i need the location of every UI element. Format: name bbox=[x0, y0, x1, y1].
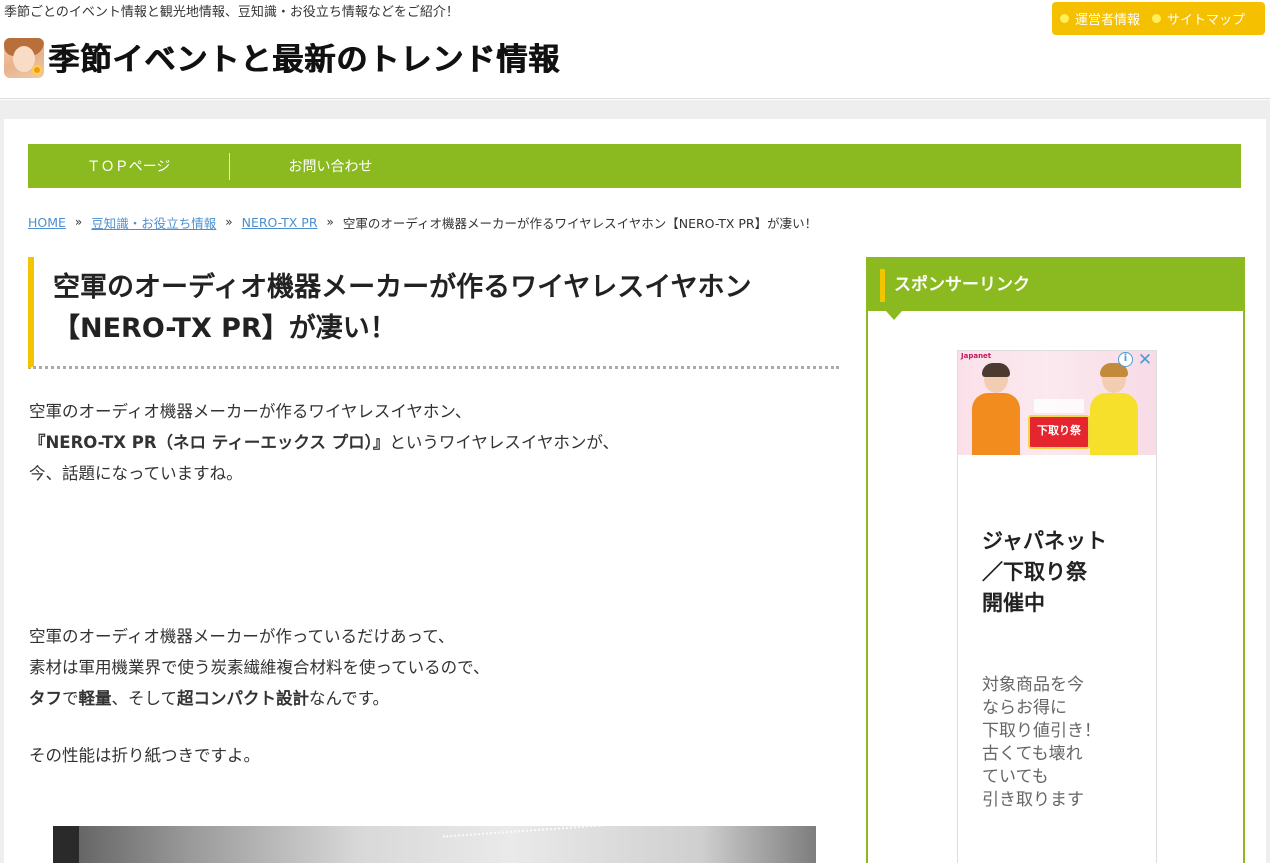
bullet-dot-icon bbox=[1060, 14, 1069, 23]
ad-copy-line: 対象商品を今 bbox=[982, 675, 1084, 695]
paragraph-line: 空軍のオーディオ機器メーカーが作っているだけあって、 bbox=[29, 627, 455, 646]
paragraph-text: 、そして bbox=[111, 689, 178, 708]
ad-banner-image[interactable]: Japanet 下取り祭 i ✕ bbox=[958, 351, 1156, 455]
widget-title: スポンサーリンク bbox=[894, 275, 1030, 295]
nav-item-top[interactable]: ＴＯＰページ bbox=[28, 144, 229, 188]
article-paragraph-closing: その性能は折り紙つきですよ。 bbox=[29, 746, 260, 765]
header-links: 運営者情報 サイトマップ bbox=[1052, 2, 1265, 35]
flower-icon bbox=[32, 65, 42, 75]
ad-headline-line: ／下取り祭 bbox=[982, 560, 1087, 584]
widget-accent-bar bbox=[880, 269, 885, 302]
sponsored-ad[interactable]: Japanet 下取り祭 i ✕ ジャパネット ／下取り祭 開催中 対象商品を今… bbox=[957, 350, 1157, 863]
site-tagline: 季節ごとのイベント情報と観光地情報、豆知識・お役立ち情報などをご紹介！ bbox=[4, 5, 459, 20]
emphasis-lightweight: 軽量 bbox=[78, 689, 112, 708]
breadcrumb-current: 空軍のオーディオ機器メーカーが作るワイヤレスイヤホン【NERO-TX PR】が凄… bbox=[342, 215, 818, 231]
widget-header: スポンサーリンク bbox=[868, 259, 1243, 311]
nav-item-contact[interactable]: お問い合わせ bbox=[230, 144, 431, 188]
site-title[interactable]: 季節イベントと最新のトレンド情報 bbox=[48, 38, 560, 82]
ad-description[interactable]: 対象商品を今 ならお得に 下取り値引き！ 古くても壊れ ていても 引き取ります bbox=[982, 674, 1142, 812]
ad-badge: 下取り祭 bbox=[1028, 415, 1090, 449]
header-link-label: サイトマップ bbox=[1167, 13, 1246, 28]
article-title-block: 空軍のオーディオ機器メーカーが作るワイヤレスイヤホン 【NERO-TX PR】が… bbox=[28, 257, 839, 369]
emphasis-tough: タフ bbox=[29, 689, 62, 708]
breadcrumb-link-tag[interactable]: NERO-TX PR bbox=[242, 215, 318, 230]
ad-brand: Japanet bbox=[961, 352, 992, 360]
ad-copy-line: 引き取ります bbox=[982, 790, 1084, 810]
widget-arrow-icon bbox=[886, 311, 902, 320]
ad-copy-line: 古くても壊れ bbox=[982, 744, 1083, 764]
ad-close-icon[interactable]: ✕ bbox=[1136, 351, 1154, 369]
breadcrumb-link-category[interactable]: 豆知識・お役立ち情報 bbox=[91, 213, 216, 232]
paragraph-line: 今、話題になっていますね。 bbox=[29, 464, 243, 483]
breadcrumb: HOME » 豆知識・お役立ち情報 » NERO-TX PR » 空軍のオーディ… bbox=[28, 212, 817, 232]
breadcrumb-separator: » bbox=[326, 215, 334, 229]
ad-headline[interactable]: ジャパネット ／下取り祭 開催中 bbox=[982, 526, 1142, 619]
article-paragraph-intro: 空軍のオーディオ機器メーカーが作るワイヤレスイヤホン、 『NERO-TX PR（… bbox=[29, 396, 619, 489]
paragraph-text: で bbox=[62, 689, 79, 708]
article-title-line1: 空軍のオーディオ機器メーカーが作るワイヤレスイヤホン bbox=[53, 272, 752, 303]
paragraph-line: 素材は軍用機業界で使う炭素繊維複合材料を使っているので、 bbox=[29, 658, 490, 677]
sidebar-sponsor-widget: スポンサーリンク Japanet 下取り祭 i ✕ ジャパネット ／下取り祭 開… bbox=[866, 257, 1245, 863]
header-link-sitemap[interactable]: サイトマップ bbox=[1152, 9, 1245, 28]
header-link-operator-info[interactable]: 運営者情報 bbox=[1060, 9, 1140, 28]
site-logo-avatar[interactable] bbox=[4, 38, 44, 78]
product-name-bold: 『NERO-TX PR（ネロ ティーエックス プロ）』 bbox=[29, 433, 390, 452]
global-nav: ＴＯＰページ お問い合わせ bbox=[28, 144, 1241, 188]
breadcrumb-link-home[interactable]: HOME bbox=[28, 215, 66, 230]
ad-copy-line: ならお得に bbox=[982, 698, 1067, 718]
article-paragraph-features: 空軍のオーディオ機器メーカーが作っているだけあって、 素材は軍用機業界で使う炭素… bbox=[29, 621, 490, 714]
paragraph-line: というワイヤレスイヤホンが、 bbox=[389, 433, 620, 452]
article-image bbox=[53, 826, 816, 863]
breadcrumb-separator: » bbox=[74, 215, 83, 229]
site-header: 季節ごとのイベント情報と観光地情報、豆知識・お役立ち情報などをご紹介！ 季節イベ… bbox=[0, 0, 1270, 99]
ad-info-icon[interactable]: i bbox=[1118, 352, 1133, 367]
ad-headline-line: ジャパネット bbox=[982, 529, 1107, 553]
bullet-dot-icon bbox=[1152, 14, 1162, 23]
paragraph-text: なんです。 bbox=[309, 689, 390, 708]
ad-headline-line: 開催中 bbox=[982, 591, 1045, 615]
emphasis-compact: 超コンパクト設計 bbox=[177, 689, 310, 708]
breadcrumb-separator: » bbox=[225, 215, 233, 229]
paragraph-line: 空軍のオーディオ機器メーカーが作るワイヤレスイヤホン、 bbox=[29, 402, 472, 421]
ad-copy-line: ていても bbox=[982, 767, 1049, 787]
article-title-line2: 【NERO-TX PR】が凄い！ bbox=[53, 313, 397, 344]
article-title: 空軍のオーディオ機器メーカーが作るワイヤレスイヤホン 【NERO-TX PR】が… bbox=[53, 267, 843, 349]
ad-copy-line: 下取り値引き！ bbox=[982, 721, 1101, 741]
header-link-label: 運営者情報 bbox=[1075, 13, 1141, 28]
